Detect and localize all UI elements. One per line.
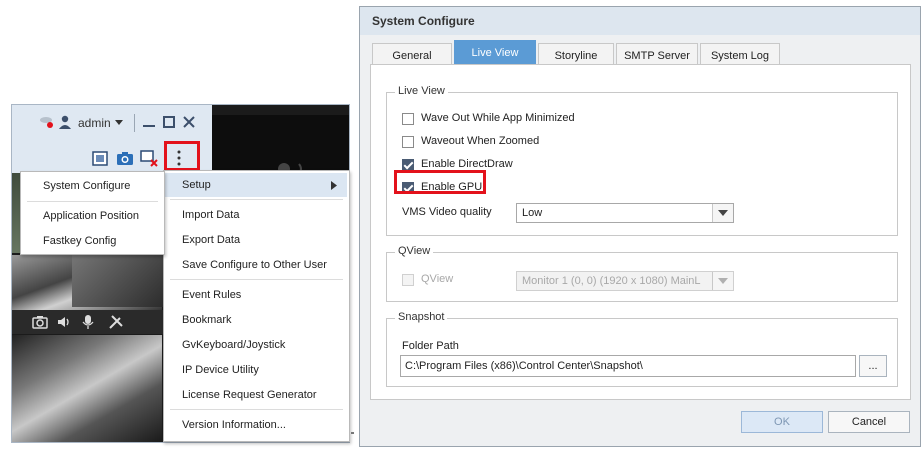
- submenu-item-system-configure[interactable]: System Configure: [21, 174, 162, 198]
- layout-icon[interactable]: [92, 151, 108, 166]
- quality-label: VMS Video quality: [402, 206, 492, 218]
- option-label: QView: [421, 273, 454, 285]
- window-title-bar: admin: [12, 105, 212, 141]
- maximize-icon[interactable]: [163, 116, 175, 128]
- menu-separator: [170, 279, 343, 280]
- highlight-more-button: [164, 141, 200, 171]
- user-name[interactable]: admin: [78, 116, 111, 130]
- folder-path-label: Folder Path: [402, 340, 459, 352]
- close-icon[interactable]: [183, 116, 195, 128]
- browse-button[interactable]: ...: [859, 355, 887, 377]
- option-label: Waveout When Zoomed: [421, 135, 540, 147]
- group-qview: QView QView Monitor 1 (0, 0) (1920 x 108…: [386, 245, 898, 302]
- submenu-item-fastkey-config[interactable]: Fastkey Config: [21, 229, 162, 253]
- separator-dot: [351, 432, 354, 434]
- menu-item-setup[interactable]: Setup: [164, 173, 347, 197]
- menu-separator: [170, 199, 343, 200]
- checkbox-wave-out-minimized[interactable]: [402, 113, 414, 125]
- checkbox-qview[interactable]: [402, 274, 414, 286]
- tab-storyline[interactable]: Storyline: [538, 43, 614, 65]
- tab-panel-live-view: Live View Wave Out While App Minimized W…: [370, 64, 911, 400]
- menu-item-label: Setup: [182, 179, 211, 191]
- option-label: Enable DirectDraw: [421, 158, 513, 170]
- camera-icon[interactable]: [32, 315, 48, 329]
- dialog-title: System Configure: [360, 7, 920, 35]
- user-icon: [59, 115, 71, 129]
- menu-item-ip-device-utility[interactable]: IP Device Utility: [164, 358, 347, 382]
- menu-item-import-data[interactable]: Import Data: [164, 203, 347, 227]
- minimize-icon[interactable]: [143, 116, 155, 128]
- group-snapshot: Snapshot Folder Path C:\Program Files (x…: [386, 311, 898, 387]
- menu-separator: [27, 201, 158, 202]
- monitor-select[interactable]: Monitor 1 (0, 0) (1920 x 1080) MainL: [516, 271, 734, 291]
- checkbox-waveout-zoomed[interactable]: [402, 136, 414, 148]
- ok-button[interactable]: OK: [741, 411, 823, 433]
- quality-select[interactable]: Low: [516, 203, 734, 223]
- speaker-icon[interactable]: [56, 315, 72, 329]
- group-label: QView: [395, 245, 434, 257]
- group-label: Snapshot: [395, 311, 448, 323]
- menu-item-event-rules[interactable]: Event Rules: [164, 283, 347, 307]
- chevron-down-icon: [712, 272, 733, 290]
- menu-separator: [170, 409, 343, 410]
- microphone-icon[interactable]: [82, 314, 94, 330]
- menu-item-save-configure[interactable]: Save Configure to Other User: [164, 253, 347, 277]
- quality-value: Low: [522, 207, 543, 219]
- caret-down-icon[interactable]: [115, 120, 123, 125]
- monitor-value: Monitor 1 (0, 0) (1920 x 1080) MainL: [522, 275, 701, 287]
- cancel-button[interactable]: Cancel: [828, 411, 910, 433]
- submenu-item-application-position[interactable]: Application Position: [21, 204, 162, 228]
- camera-icon[interactable]: [116, 151, 134, 166]
- chevron-down-icon: [712, 204, 733, 222]
- menu-item-version-information[interactable]: Version Information...: [164, 413, 347, 437]
- chevron-right-icon: [331, 181, 337, 190]
- group-live-view: Live View Wave Out While App Minimized W…: [386, 85, 898, 236]
- setup-submenu: System Configure Application Position Fa…: [20, 171, 165, 255]
- setup-menu: Setup Import Data Export Data Save Confi…: [163, 170, 350, 442]
- menu-item-license-request[interactable]: License Request Generator: [164, 383, 347, 407]
- group-label: Live View: [395, 85, 448, 97]
- camera-feed-4[interactable]: [12, 335, 162, 442]
- camera-feed-5[interactable]: [72, 247, 167, 307]
- menu-item-bookmark[interactable]: Bookmark: [164, 308, 347, 332]
- highlight-enable-gpu: [394, 170, 486, 194]
- folder-path-input[interactable]: C:\Program Files (x86)\Control Center\Sn…: [400, 355, 856, 377]
- tab-smtp-server[interactable]: SMTP Server: [616, 43, 698, 65]
- tab-general[interactable]: General: [372, 43, 452, 65]
- menu-item-gvkeyboard[interactable]: GvKeyboard/Joystick: [164, 333, 347, 357]
- disconnect-icon[interactable]: [140, 150, 158, 167]
- tab-system-log[interactable]: System Log: [700, 43, 780, 65]
- tools-icon[interactable]: [108, 314, 124, 330]
- user-offline-icon: [40, 117, 53, 128]
- camera-control-bar: [12, 310, 167, 334]
- system-configure-dialog: System Configure General Live View Story…: [359, 6, 921, 447]
- tab-live-view[interactable]: Live View: [454, 40, 536, 65]
- option-label: Wave Out While App Minimized: [421, 112, 575, 124]
- titlebar-divider: [134, 114, 135, 132]
- menu-item-export-data[interactable]: Export Data: [164, 228, 347, 252]
